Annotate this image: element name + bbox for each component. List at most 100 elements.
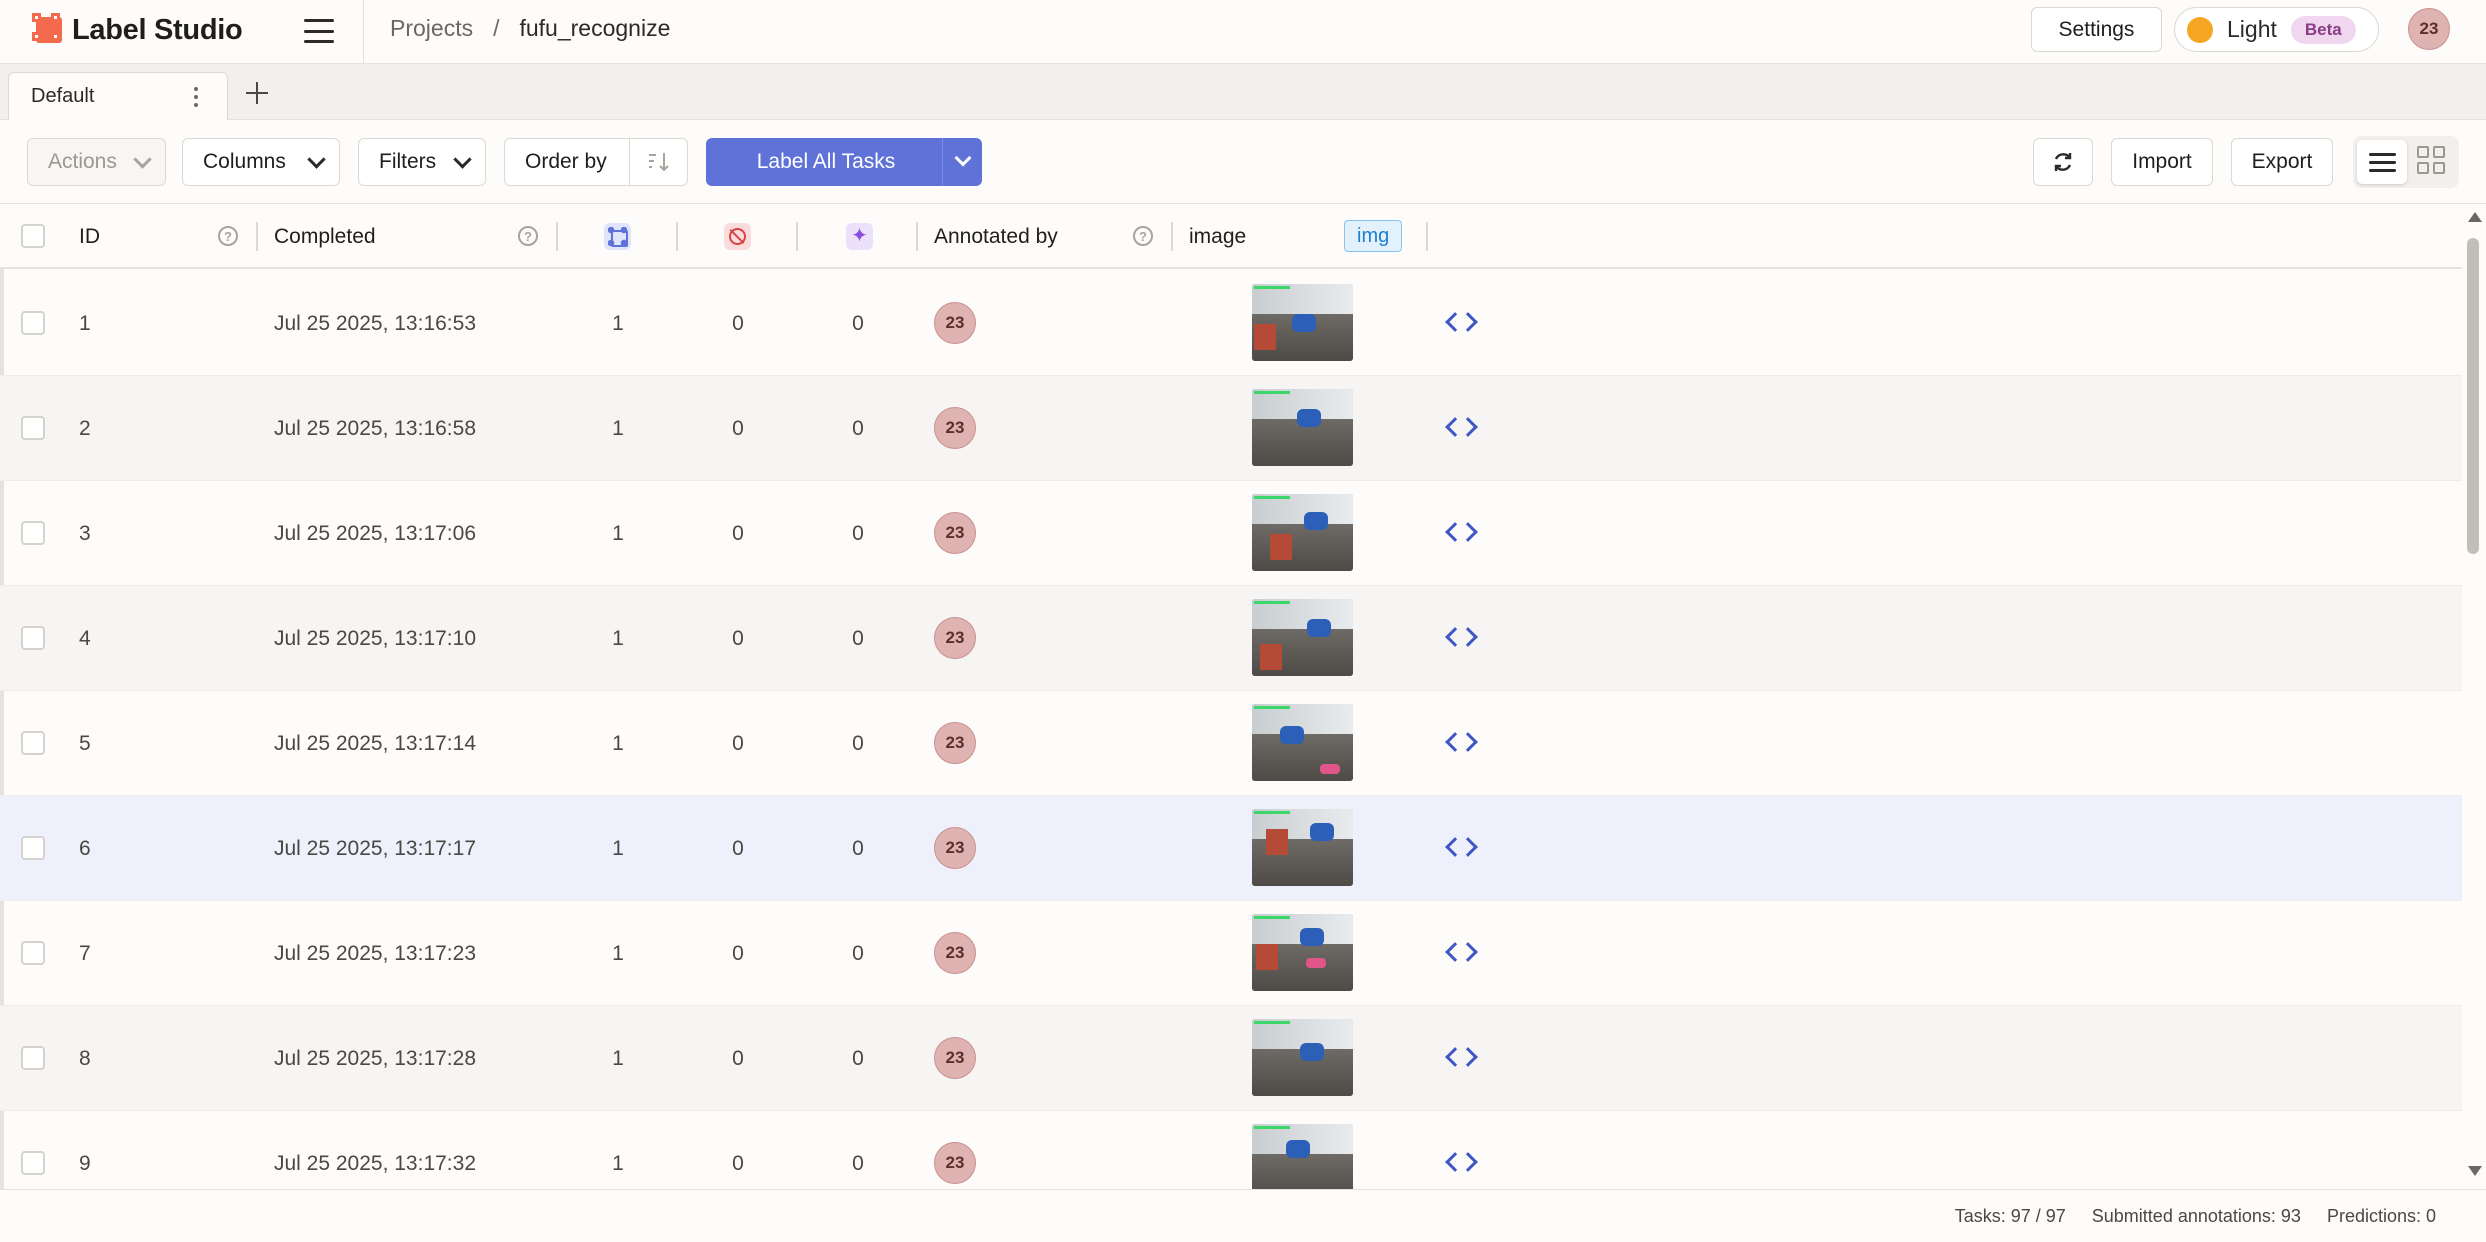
annotator-avatar[interactable]: 23 xyxy=(934,1142,976,1184)
main-menu-icon[interactable] xyxy=(302,17,336,45)
sort-direction-icon[interactable] xyxy=(639,149,679,175)
table-row[interactable]: 8 Jul 25 2025, 13:17:28 1 0 0 23 xyxy=(0,1006,2462,1111)
cell-completed: Jul 25 2025, 13:16:58 xyxy=(274,416,477,440)
chevron-down-icon xyxy=(133,150,152,169)
view-toggle xyxy=(2353,136,2459,188)
cell-predictions-count: 0 xyxy=(852,311,864,335)
table-row[interactable]: 1 Jul 25 2025, 13:16:53 1 0 0 23 xyxy=(0,271,2462,376)
help-icon[interactable]: ? xyxy=(218,226,238,246)
row-checkbox[interactable] xyxy=(21,521,45,545)
add-tab-icon[interactable] xyxy=(240,76,274,110)
image-thumbnail[interactable] xyxy=(1252,914,1353,991)
top-bar: Label Studio Projects / fufu_recognize S… xyxy=(0,0,2486,64)
theme-toggle[interactable]: Light Beta xyxy=(2174,7,2379,52)
app-logo[interactable]: Label Studio xyxy=(32,12,243,48)
image-thumbnail[interactable] xyxy=(1252,1124,1353,1189)
cell-id: 9 xyxy=(79,1151,91,1175)
table-row[interactable]: 2 Jul 25 2025, 13:16:58 1 0 0 23 xyxy=(0,376,2462,481)
code-icon[interactable] xyxy=(1444,939,1478,965)
column-header-id[interactable]: ID xyxy=(79,204,100,269)
refresh-button[interactable] xyxy=(2033,138,2093,186)
annotator-avatar[interactable]: 23 xyxy=(934,932,976,974)
image-thumbnail[interactable] xyxy=(1252,284,1353,361)
code-icon[interactable] xyxy=(1444,414,1478,440)
annotator-avatar[interactable]: 23 xyxy=(934,512,976,554)
row-checkbox[interactable] xyxy=(21,626,45,650)
tab-default[interactable]: Default xyxy=(8,72,228,120)
annotator-avatar[interactable]: 23 xyxy=(934,722,976,764)
code-icon[interactable] xyxy=(1444,1044,1478,1070)
breadcrumb-current-project: fufu_recognize xyxy=(519,15,671,41)
annotator-avatar[interactable]: 23 xyxy=(934,1037,976,1079)
image-thumbnail[interactable] xyxy=(1252,389,1353,466)
table-row[interactable]: 3 Jul 25 2025, 13:17:06 1 0 0 23 xyxy=(0,481,2462,586)
table-row[interactable]: 7 Jul 25 2025, 13:17:23 1 0 0 23 xyxy=(0,901,2462,1006)
actions-dropdown[interactable]: Actions xyxy=(27,138,166,186)
code-icon[interactable] xyxy=(1444,729,1478,755)
cell-cancelled-count: 0 xyxy=(732,416,744,440)
annotator-avatar[interactable]: 23 xyxy=(934,827,976,869)
row-checkbox[interactable] xyxy=(21,941,45,965)
table-row[interactable]: 6 Jul 25 2025, 13:17:17 1 0 0 23 xyxy=(0,796,2462,901)
row-checkbox[interactable] xyxy=(21,1151,45,1175)
row-checkbox[interactable] xyxy=(21,311,45,335)
code-icon[interactable] xyxy=(1444,624,1478,650)
columns-dropdown[interactable]: Columns xyxy=(182,138,340,186)
tab-options-icon[interactable] xyxy=(193,87,199,107)
vertical-scrollbar[interactable] xyxy=(2462,204,2486,1189)
list-view-icon[interactable] xyxy=(2357,140,2407,184)
table-header: ID ? Completed ? ✦ Annotated by ? image … xyxy=(0,204,2462,269)
image-thumbnail[interactable] xyxy=(1252,809,1353,886)
cell-id: 3 xyxy=(79,521,91,545)
column-header-completed[interactable]: Completed xyxy=(274,204,376,269)
columns-label: Columns xyxy=(203,150,286,173)
help-icon[interactable]: ? xyxy=(518,226,538,246)
predictions-sparkle-icon[interactable]: ✦ xyxy=(846,223,873,250)
annotator-avatar[interactable]: 23 xyxy=(934,302,976,344)
annotator-avatar[interactable]: 23 xyxy=(934,407,976,449)
order-by-button[interactable]: Order by xyxy=(504,138,688,186)
image-thumbnail[interactable] xyxy=(1252,1019,1353,1096)
row-checkbox[interactable] xyxy=(21,416,45,440)
image-thumbnail[interactable] xyxy=(1252,704,1353,781)
app-name: Label Studio xyxy=(72,13,243,46)
import-button[interactable]: Import xyxy=(2111,138,2213,186)
submitted-annotations-count: Submitted annotations: 93 xyxy=(2091,1206,2301,1226)
row-checkbox[interactable] xyxy=(21,836,45,860)
select-all-checkbox[interactable] xyxy=(21,224,45,248)
grid-view-icon[interactable] xyxy=(2413,144,2453,180)
image-thumbnail[interactable] xyxy=(1252,494,1353,571)
cell-completed: Jul 25 2025, 13:17:23 xyxy=(274,941,477,965)
code-icon[interactable] xyxy=(1444,1149,1478,1175)
code-icon[interactable] xyxy=(1444,519,1478,545)
column-header-image[interactable]: image xyxy=(1189,204,1246,269)
chevron-down-icon[interactable] xyxy=(954,149,972,167)
scroll-down-icon[interactable] xyxy=(2468,1166,2482,1176)
row-checkbox[interactable] xyxy=(21,731,45,755)
cell-annotations-count: 1 xyxy=(612,1046,624,1070)
scroll-up-icon[interactable] xyxy=(2468,212,2482,222)
image-thumbnail[interactable] xyxy=(1252,599,1353,676)
row-checkbox[interactable] xyxy=(21,1046,45,1070)
status-footer: Tasks: 97 / 97 Submitted annotations: 93… xyxy=(0,1189,2486,1242)
user-avatar[interactable]: 23 xyxy=(2408,8,2450,50)
tasks-count: Tasks: 97 / 97 xyxy=(1954,1206,2066,1226)
cell-predictions-count: 0 xyxy=(852,1046,864,1070)
scrollbar-thumb[interactable] xyxy=(2467,238,2479,554)
table-row[interactable]: 4 Jul 25 2025, 13:17:10 1 0 0 23 xyxy=(0,586,2462,691)
table-row[interactable]: 5 Jul 25 2025, 13:17:14 1 0 0 23 xyxy=(0,691,2462,796)
annotator-avatar[interactable]: 23 xyxy=(934,617,976,659)
label-all-tasks-button[interactable]: Label All Tasks xyxy=(706,138,982,186)
cell-annotations-count: 1 xyxy=(612,1151,624,1175)
code-icon[interactable] xyxy=(1444,309,1478,335)
filters-dropdown[interactable]: Filters xyxy=(358,138,486,186)
column-header-annotated-by[interactable]: Annotated by xyxy=(934,204,1058,269)
annotations-count-icon[interactable] xyxy=(604,223,631,250)
table-row[interactable]: 9 Jul 25 2025, 13:17:32 1 0 0 23 xyxy=(0,1111,2462,1189)
cancelled-count-icon[interactable] xyxy=(724,223,751,250)
export-button[interactable]: Export xyxy=(2231,138,2333,186)
breadcrumb-projects-link[interactable]: Projects xyxy=(390,15,473,42)
help-icon[interactable]: ? xyxy=(1133,226,1153,246)
code-icon[interactable] xyxy=(1444,834,1478,860)
settings-button[interactable]: Settings xyxy=(2031,7,2162,52)
